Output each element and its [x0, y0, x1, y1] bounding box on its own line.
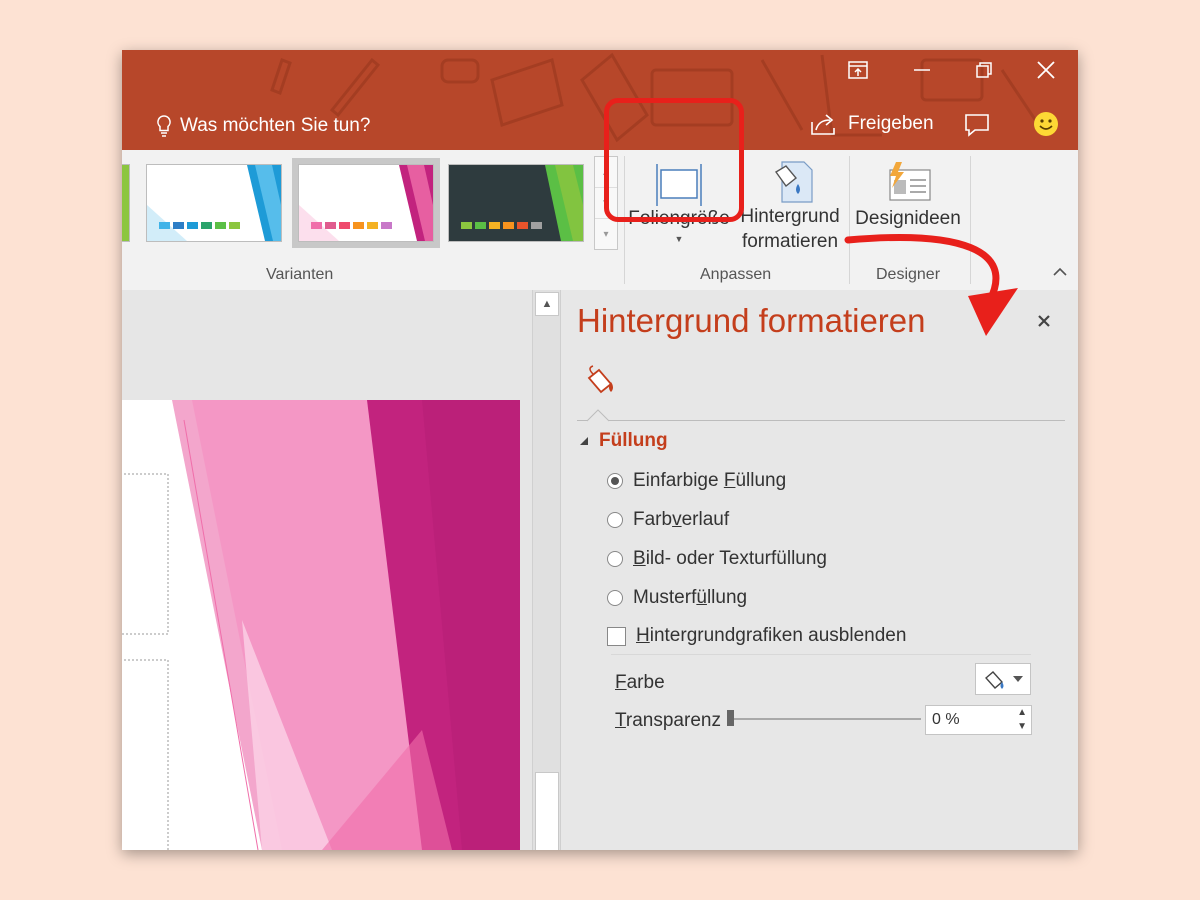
- color-swatch: [517, 222, 528, 229]
- restore-icon: [976, 62, 992, 78]
- close-window-button[interactable]: [1026, 56, 1066, 84]
- color-swatch: [531, 222, 542, 229]
- divider: [611, 654, 1031, 655]
- option-hide-background-graphics-label: Hintergrundgrafiken ausblenden: [636, 625, 907, 646]
- color-swatch: [201, 222, 212, 229]
- option-gradient-fill[interactable]: Farbverlauf: [607, 509, 729, 531]
- tell-me-label: Was möchten Sie tun?: [180, 115, 371, 136]
- option-picture-fill-label: Bild- oder Texturfüllung: [633, 548, 827, 569]
- transparency-slider-thumb[interactable]: [727, 710, 734, 726]
- comments-button[interactable]: [964, 112, 990, 143]
- radio-pattern-fill[interactable]: [607, 590, 623, 606]
- color-swatch: [187, 222, 198, 229]
- radio-solid-fill[interactable]: [607, 473, 623, 489]
- annotation-highlight: [604, 98, 744, 222]
- transparency-value: 0 %: [932, 711, 960, 728]
- ribbon-display-options-button[interactable]: [838, 56, 878, 84]
- minimize-button[interactable]: [902, 56, 942, 84]
- lightbulb-icon: [157, 115, 171, 137]
- color-swatch: [325, 222, 336, 229]
- share-icon: [811, 114, 835, 135]
- color-swatch: [229, 222, 240, 229]
- radio-gradient-fill[interactable]: [607, 512, 623, 528]
- color-swatch: [215, 222, 226, 229]
- spin-down-icon[interactable]: ▼: [1017, 721, 1027, 732]
- color-swatch: [173, 222, 184, 229]
- variant-thumbnail-blue[interactable]: [146, 164, 282, 242]
- tab-indicator: [587, 409, 609, 422]
- triangle-expanded-icon: [580, 437, 588, 445]
- color-swatch: [461, 222, 472, 229]
- checkbox-hide-background-graphics[interactable]: [607, 626, 626, 646]
- group-label-variants: Varianten: [266, 266, 334, 283]
- title-bar: Was möchten Sie tun? Freigeben: [122, 50, 1078, 150]
- tell-me-search[interactable]: Was möchten Sie tun?: [156, 114, 370, 138]
- variant-colors: [159, 222, 240, 229]
- variant-colors: [461, 222, 542, 229]
- annotation-arrow: [844, 234, 1018, 336]
- smiley-icon: [1034, 112, 1058, 136]
- color-swatch: [311, 222, 322, 229]
- chevron-down-icon: [1013, 676, 1023, 682]
- gallery-more-button[interactable]: ▾: [595, 219, 617, 249]
- group-label-customize: Anpassen: [700, 266, 772, 283]
- share-label: Freigeben: [848, 113, 934, 134]
- tab-fill[interactable]: [583, 364, 617, 403]
- option-pattern-fill[interactable]: Musterfüllung: [607, 587, 747, 609]
- ribbon-display-icon: [848, 61, 868, 79]
- color-swatch: [339, 222, 350, 229]
- paint-bucket-icon: [984, 671, 1004, 689]
- variant-thumbnail-green-partial[interactable]: [122, 164, 130, 242]
- variant-thumbnail-pink-selected[interactable]: [292, 158, 440, 248]
- paint-bucket-icon: [587, 365, 613, 394]
- minimize-icon: [914, 69, 930, 71]
- color-swatch: [475, 222, 486, 229]
- format-background-label-1: Hintergrund: [740, 206, 840, 227]
- option-pattern-fill-label: Musterfüllung: [633, 587, 748, 608]
- scroll-up-button[interactable]: ▲: [535, 292, 559, 316]
- format-background-label-2: formatieren: [741, 231, 839, 252]
- slide-editor-area: ▲: [122, 290, 560, 850]
- transparency-slider[interactable]: [731, 718, 921, 720]
- slide-canvas[interactable]: [122, 290, 532, 850]
- section-fill-header[interactable]: Füllung: [579, 430, 668, 452]
- color-swatch: [381, 222, 392, 229]
- color-swatch: [489, 222, 500, 229]
- format-background-button[interactable]: Hintergrund formatieren: [734, 156, 846, 264]
- transparency-spinbox[interactable]: 0 % ▲ ▼: [925, 705, 1032, 735]
- transparency-label: Transparenz: [615, 710, 721, 731]
- variant-thumbnail-dark[interactable]: [448, 164, 584, 242]
- color-swatch: [503, 222, 514, 229]
- color-swatch: [159, 222, 170, 229]
- restore-button[interactable]: [964, 56, 1004, 84]
- variant-colors: [311, 222, 392, 229]
- section-fill-label: Füllung: [599, 430, 668, 451]
- option-solid-fill-label: Einfarbige Füllung: [633, 470, 787, 491]
- spin-up-icon[interactable]: ▲: [1017, 707, 1027, 718]
- format-background-icon: [774, 161, 813, 203]
- radio-picture-fill[interactable]: [607, 551, 623, 567]
- scroll-thumb[interactable]: [535, 772, 559, 850]
- color-swatch: [353, 222, 364, 229]
- vertical-scrollbar[interactable]: ▲: [532, 290, 560, 850]
- feedback-button[interactable]: [1032, 110, 1060, 143]
- color-swatch: [367, 222, 378, 229]
- close-icon: [1037, 61, 1055, 79]
- color-label: Farbe: [615, 672, 665, 693]
- chevron-down-icon: ▼: [674, 234, 684, 244]
- option-solid-fill[interactable]: Einfarbige Füllung: [607, 470, 786, 492]
- option-picture-fill[interactable]: Bild- oder Texturfüllung: [607, 548, 827, 570]
- share-button[interactable]: Freigeben: [810, 112, 934, 136]
- comment-icon: [965, 114, 989, 137]
- option-gradient-fill-label: Farbverlauf: [633, 509, 730, 530]
- option-hide-background-graphics[interactable]: Hintergrundgrafiken ausblenden: [607, 625, 906, 647]
- powerpoint-window: Was möchten Sie tun? Freigeben ▲ ▼ ▾ Var…: [122, 50, 1078, 850]
- color-picker-button[interactable]: [975, 663, 1031, 695]
